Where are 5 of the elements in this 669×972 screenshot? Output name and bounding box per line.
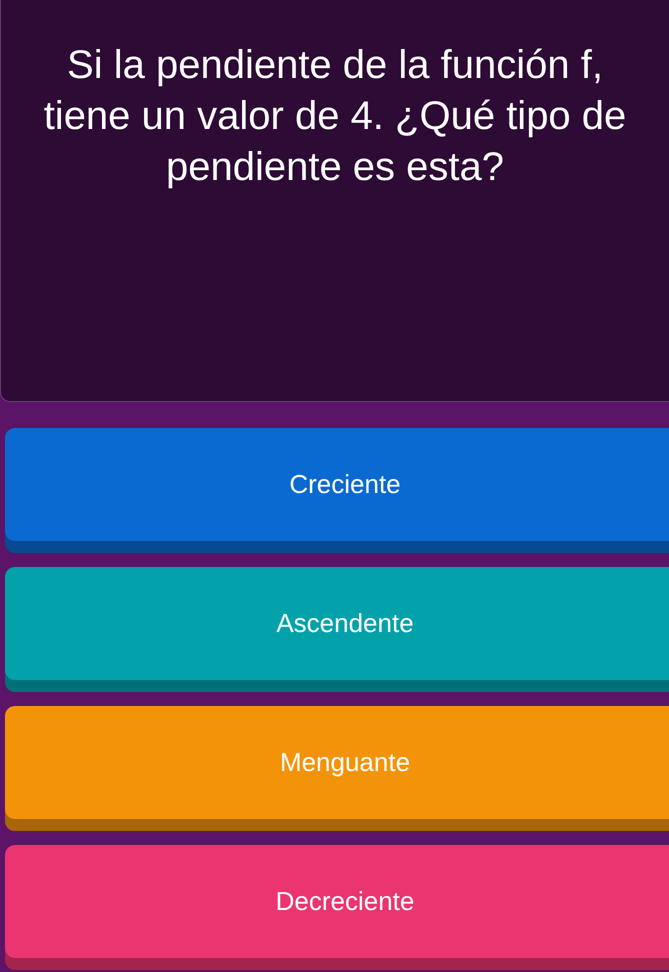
answer-option[interactable]: Decreciente	[5, 845, 669, 970]
answer-option[interactable]: Creciente	[5, 428, 669, 553]
question-text: Si la pendiente de la función f, tiene un valor de 4. ¿Qué tipo de pendiente es esta?	[42, 42, 628, 191]
answer-option[interactable]: Menguante	[5, 706, 669, 831]
answer-option[interactable]: Ascendente	[5, 567, 669, 692]
